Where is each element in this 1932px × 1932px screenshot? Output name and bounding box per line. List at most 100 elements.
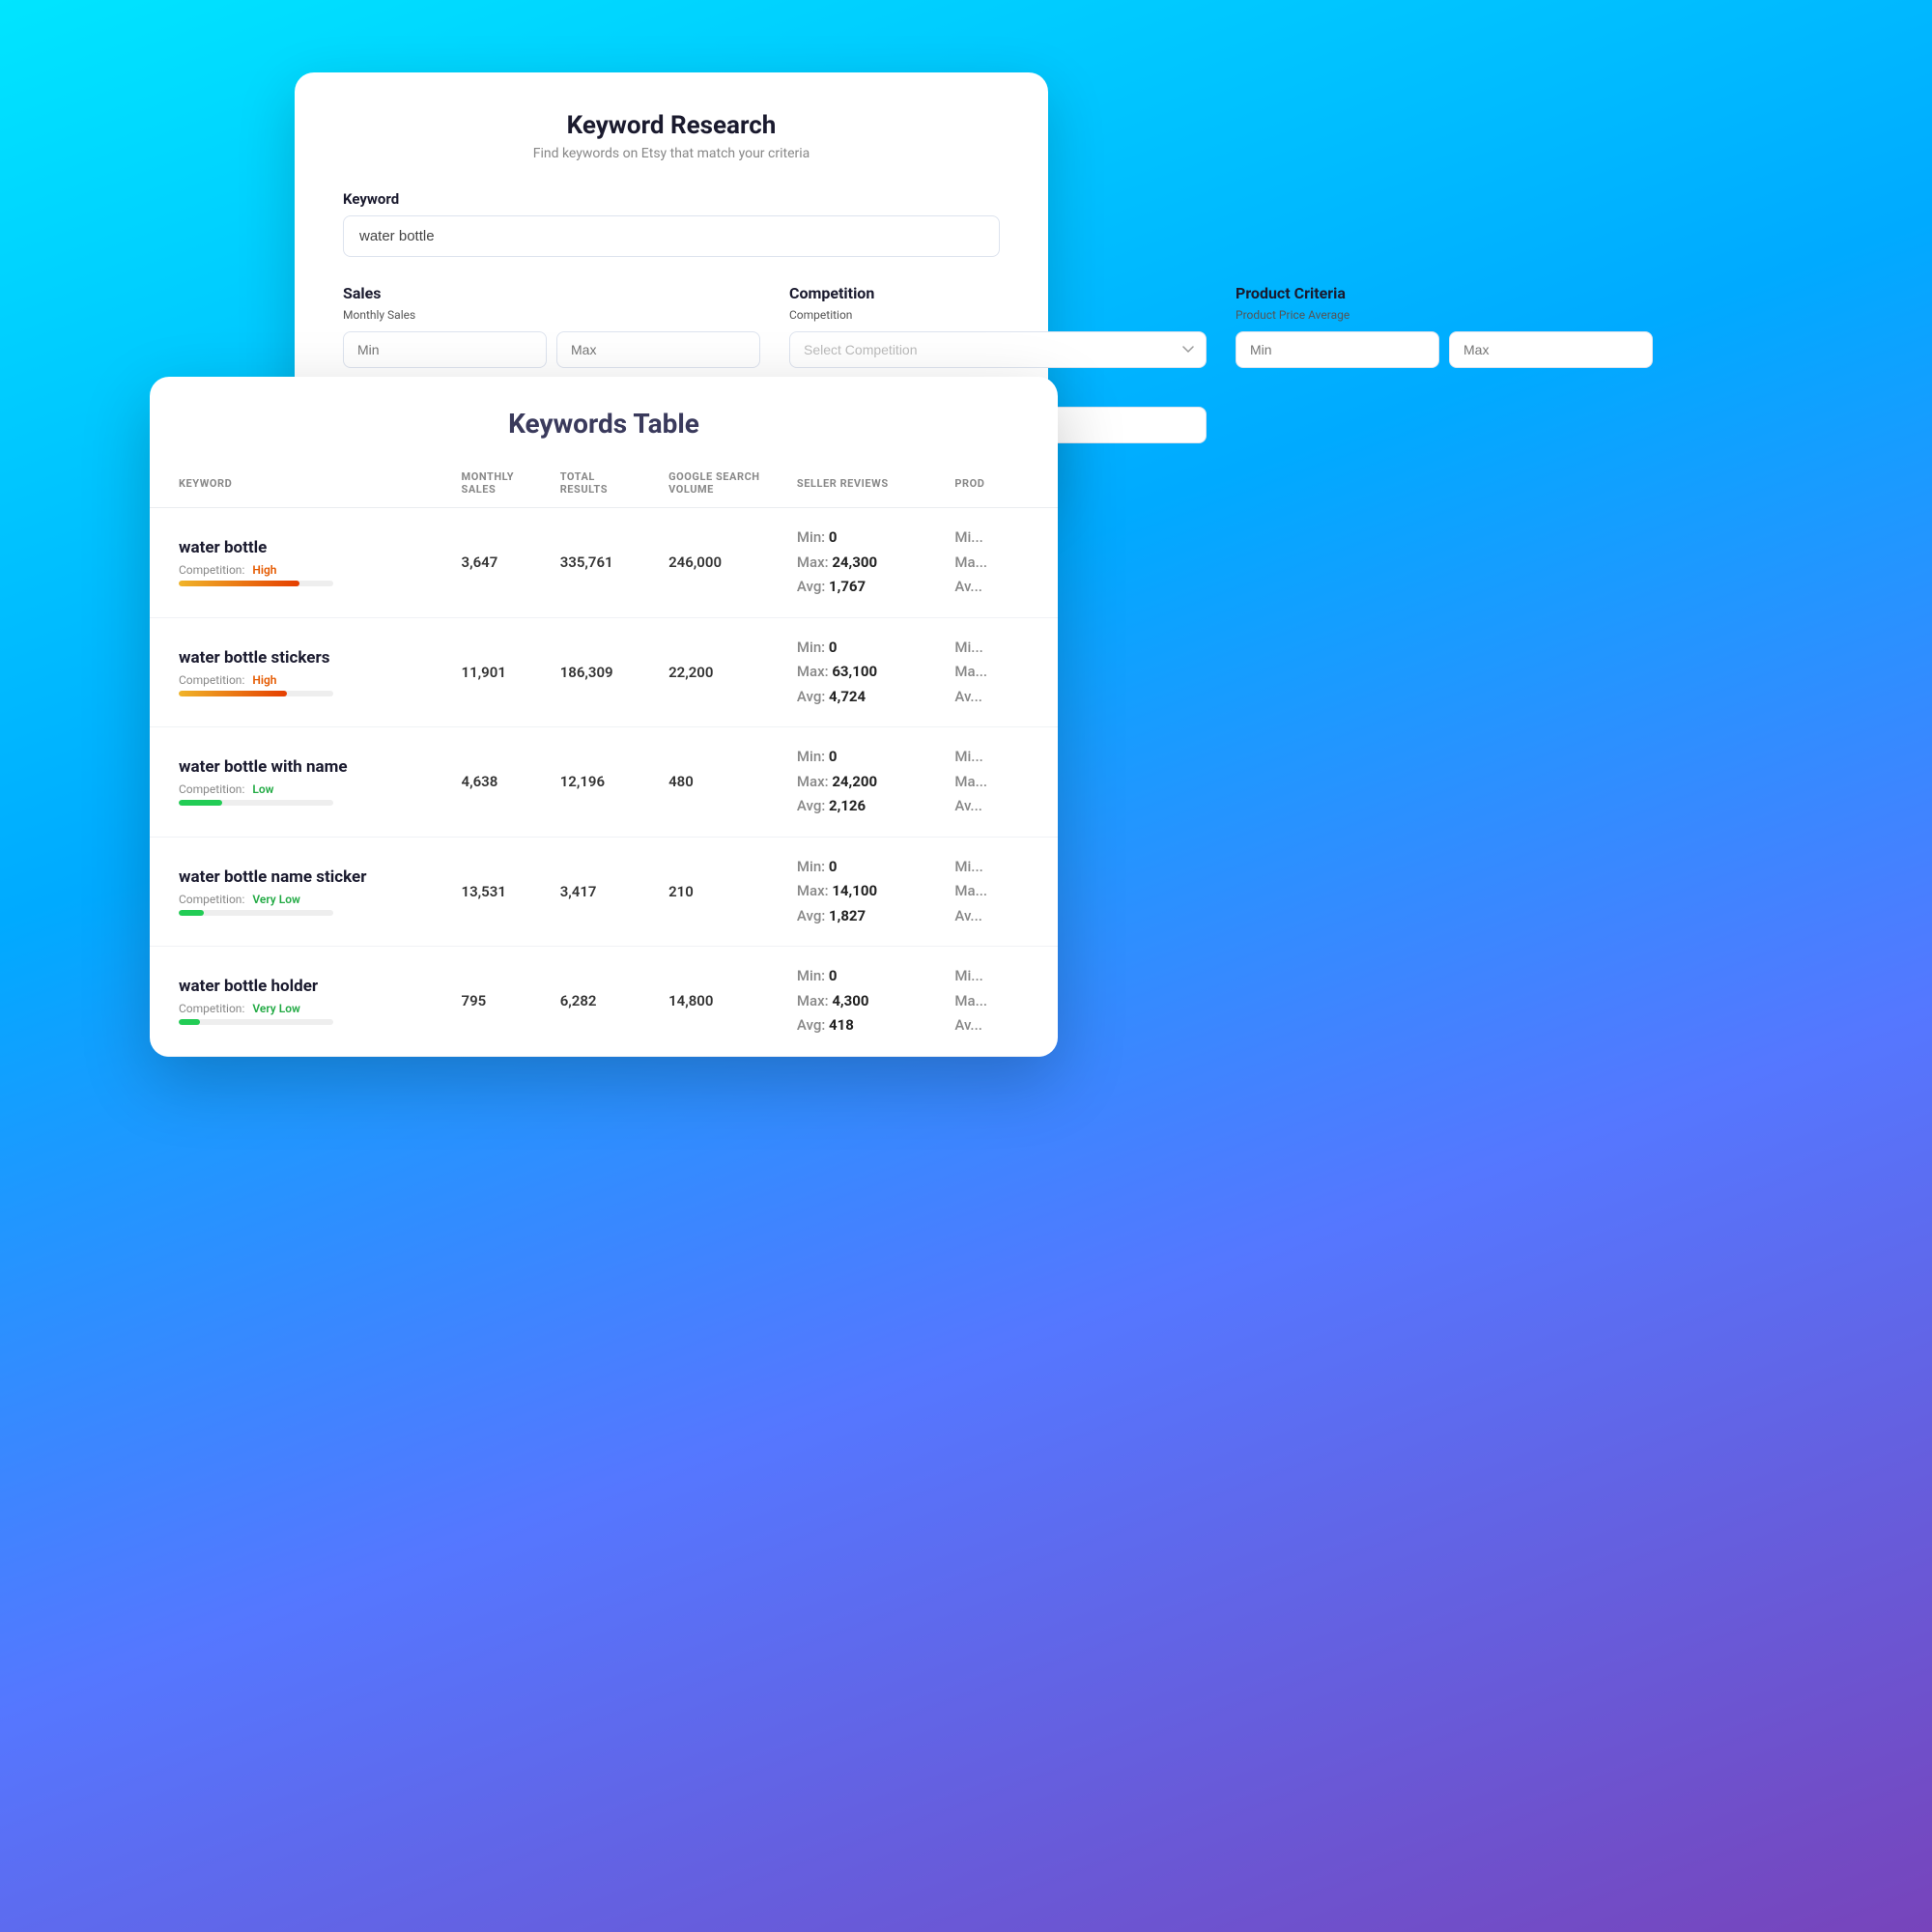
reviews-min-1: Min: 0 (797, 636, 923, 661)
reviews-max-0: Max: 24,300 (797, 551, 923, 576)
product-criteria-max-input[interactable] (1449, 331, 1653, 368)
product-cell-1: Mi... Ma... Av... (939, 617, 1058, 727)
competition-label-0: Competition: (179, 563, 244, 577)
product-criteria-filter-group: Product Criteria Product Price Average (1236, 284, 1653, 443)
reviews-max-2: Max: 24,200 (797, 770, 923, 795)
competition-sublabel: Competition (789, 308, 1207, 322)
product-criteria-min-max-row (1236, 331, 1653, 368)
table-row: water bottle stickers Competition: High … (150, 617, 1058, 727)
keyword-cell-2: water bottle with name Competition: Low (150, 727, 446, 838)
keyword-cell-3: water bottle name sticker Competition: V… (150, 837, 446, 947)
google-search-volume-cell-4: 14,800 (653, 947, 781, 1057)
prod-max-4: Ma... (954, 989, 1042, 1014)
competition-value-4: Very Low (252, 1002, 300, 1015)
total-results-cell-0: 335,761 (545, 508, 653, 618)
monthly-sales-cell-1: 11,901 (446, 617, 545, 727)
col-header-monthly-sales: MONTHLY SALES (446, 459, 545, 508)
col-header-google-search-volume: GOOGLE SEARCH VOLUME (653, 459, 781, 508)
seller-reviews-cell-1: Min: 0 Max: 63,100 Avg: 4,724 (781, 617, 939, 727)
table-row: water bottle Competition: High 3,647335,… (150, 508, 1058, 618)
competition-value-2: Low (252, 782, 273, 796)
product-criteria-min-input[interactable] (1236, 331, 1439, 368)
prod-max-0: Ma... (954, 551, 1042, 576)
prod-max-2: Ma... (954, 770, 1042, 795)
total-results-cell-1: 186,309 (545, 617, 653, 727)
sales-min-max-row (343, 331, 760, 368)
reviews-min-2: Min: 0 (797, 745, 923, 770)
progress-bar-container-3 (179, 910, 333, 916)
monthly-sales-cell-4: 795 (446, 947, 545, 1057)
seller-reviews-cell-3: Min: 0 Max: 14,100 Avg: 1,827 (781, 837, 939, 947)
competition-row-3: Competition: Very Low (179, 893, 431, 906)
competition-row-4: Competition: Very Low (179, 1002, 431, 1015)
reviews-avg-0: Avg: 1,767 (797, 575, 923, 600)
google-search-volume-cell-1: 22,200 (653, 617, 781, 727)
table-header-row: KEYWORD MONTHLY SALES TOTAL RESULTS GOOG… (150, 459, 1058, 508)
prod-min-2: Mi... (954, 745, 1042, 770)
prod-avg-0: Av... (954, 575, 1042, 600)
keyword-input-group: Keyword (343, 190, 1000, 257)
competition-value-3: Very Low (252, 893, 300, 906)
competition-label-4: Competition: (179, 1002, 244, 1015)
table-head: KEYWORD MONTHLY SALES TOTAL RESULTS GOOG… (150, 459, 1058, 508)
card-back-header: Keyword Research Find keywords on Etsy t… (343, 111, 1000, 161)
progress-bar-fill-1 (179, 691, 287, 696)
competition-select[interactable]: Select Competition Low Medium High (789, 331, 1207, 368)
sales-min-input[interactable] (343, 331, 547, 368)
product-criteria-sublabel: Product Price Average (1236, 308, 1653, 322)
prod-avg-1: Av... (954, 685, 1042, 710)
sales-sublabel: Monthly Sales (343, 308, 760, 322)
prod-max-1: Ma... (954, 660, 1042, 685)
competition-value-0: High (252, 563, 276, 577)
col-header-seller-reviews: SELLER REVIEWS (781, 459, 939, 508)
col-header-keyword: KEYWORD (150, 459, 446, 508)
table-row: water bottle with name Competition: Low … (150, 727, 1058, 838)
product-cell-4: Mi... Ma... Av... (939, 947, 1058, 1057)
total-results-cell-4: 6,282 (545, 947, 653, 1057)
sales-max-input[interactable] (556, 331, 760, 368)
monthly-sales-cell-3: 13,531 (446, 837, 545, 947)
reviews-avg-2: Avg: 2,126 (797, 794, 923, 819)
keyword-cell-1: water bottle stickers Competition: High (150, 617, 446, 727)
col-header-product: PROD (939, 459, 1058, 508)
reviews-avg-4: Avg: 418 (797, 1013, 923, 1038)
progress-bar-fill-4 (179, 1019, 200, 1025)
progress-bar-container-1 (179, 691, 333, 696)
sales-title: Sales (343, 284, 760, 302)
product-criteria-title: Product Criteria (1236, 284, 1653, 302)
table-header-section: Keywords Table (150, 377, 1058, 459)
product-cell-3: Mi... Ma... Av... (939, 837, 1058, 947)
col-header-total-results: TOTAL RESULTS (545, 459, 653, 508)
prod-avg-4: Av... (954, 1013, 1042, 1038)
seller-reviews-cell-0: Min: 0 Max: 24,300 Avg: 1,767 (781, 508, 939, 618)
reviews-min-0: Min: 0 (797, 526, 923, 551)
keyword-input[interactable] (343, 215, 1000, 257)
keywords-table: KEYWORD MONTHLY SALES TOTAL RESULTS GOOG… (150, 459, 1058, 1057)
reviews-min-4: Min: 0 (797, 964, 923, 989)
total-results-cell-2: 12,196 (545, 727, 653, 838)
google-search-volume-cell-0: 246,000 (653, 508, 781, 618)
reviews-avg-3: Avg: 1,827 (797, 904, 923, 929)
prod-min-4: Mi... (954, 964, 1042, 989)
prod-max-3: Ma... (954, 879, 1042, 904)
competition-title: Competition (789, 284, 1207, 302)
google-search-volume-cell-3: 210 (653, 837, 781, 947)
reviews-max-3: Max: 14,100 (797, 879, 923, 904)
competition-label-3: Competition: (179, 893, 244, 906)
competition-row-0: Competition: High (179, 563, 431, 577)
reviews-max-4: Max: 4,300 (797, 989, 923, 1014)
keyword-label: Keyword (343, 190, 1000, 208)
prod-min-3: Mi... (954, 855, 1042, 880)
card-back-subtitle: Find keywords on Etsy that match your cr… (343, 146, 1000, 161)
progress-bar-container-4 (179, 1019, 333, 1025)
seller-reviews-cell-2: Min: 0 Max: 24,200 Avg: 2,126 (781, 727, 939, 838)
table-row: water bottle holder Competition: Very Lo… (150, 947, 1058, 1057)
competition-row-1: Competition: High (179, 673, 431, 687)
monthly-sales-cell-0: 3,647 (446, 508, 545, 618)
keyword-name-2: water bottle with name (179, 757, 431, 777)
reviews-min-3: Min: 0 (797, 855, 923, 880)
prod-min-0: Mi... (954, 526, 1042, 551)
keyword-name-0: water bottle (179, 538, 431, 557)
table-row: water bottle name sticker Competition: V… (150, 837, 1058, 947)
google-search-volume-cell-2: 480 (653, 727, 781, 838)
